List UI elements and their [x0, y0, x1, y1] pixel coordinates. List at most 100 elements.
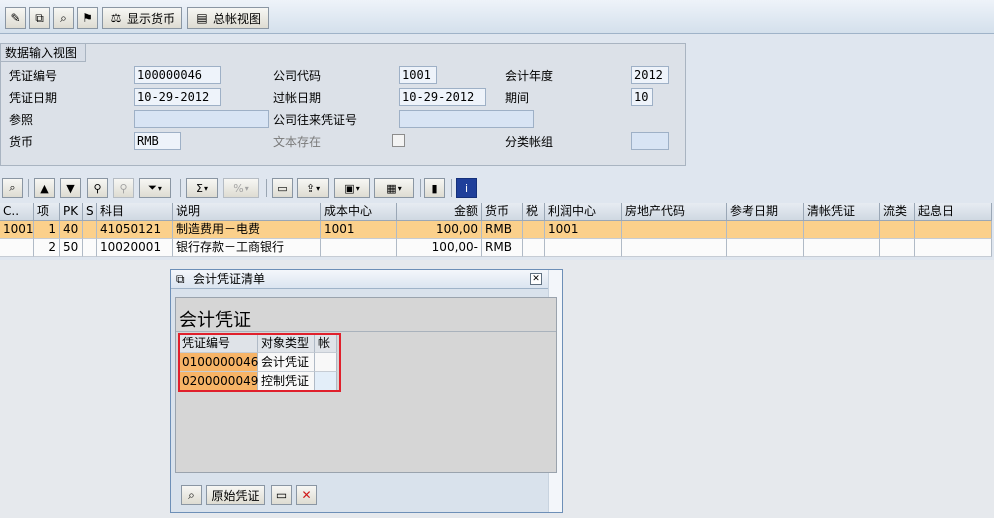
cell-flow-type	[880, 239, 915, 257]
cell-description: 银行存款－工商银行	[173, 239, 321, 257]
fiscal-year-field[interactable]: 2012	[631, 66, 669, 84]
details-icon[interactable]: ⌕	[2, 178, 23, 198]
cancel-icon[interactable]: ✕	[296, 485, 317, 505]
filter-icon[interactable]: ⏷ ▾	[139, 178, 171, 198]
cell-value-date	[915, 239, 992, 257]
dialog-footer: ⌕ 原始凭证 ▭ ✕	[175, 483, 547, 507]
cell-tax	[523, 239, 545, 257]
col-header-item[interactable]: 项	[34, 203, 60, 221]
col-header-ref-date[interactable]: 参考日期	[727, 203, 804, 221]
cell-account: 41050121	[97, 221, 173, 239]
display-document-icon[interactable]: ⌕	[53, 7, 74, 29]
print-icon[interactable]: ▭	[271, 485, 292, 505]
currency-label: 货币	[9, 135, 34, 149]
cell-amount: 100,00	[397, 221, 482, 239]
dialog-heading: 会计凭证	[179, 310, 251, 331]
text-exists-label: 文本存在	[273, 135, 322, 149]
col-header-account[interactable]: 科目	[97, 203, 173, 221]
col-header-value-date[interactable]: 起息日	[915, 203, 992, 221]
fiscal-year-label: 会计年度	[505, 69, 554, 83]
subtotal-icon[interactable]: % ▾	[223, 178, 259, 198]
information-icon[interactable]: i	[456, 178, 477, 198]
cell-description: 制造费用－电费	[173, 221, 321, 239]
col-header-description[interactable]: 说明	[173, 203, 321, 221]
divider	[176, 331, 556, 332]
dialog-body: 会计凭证 凭证编号 对象类型 帐 0100000046 会计凭证 0200000…	[175, 297, 557, 473]
find-next-icon[interactable]: ⚲	[113, 178, 134, 198]
doc-date-label: 凭证日期	[9, 91, 58, 105]
cell-real-estate	[622, 221, 727, 239]
print-preview-icon[interactable]: ▭	[272, 178, 293, 198]
col-header-clearing-doc[interactable]: 清帐凭证	[804, 203, 880, 221]
cell-item: 1	[34, 221, 60, 239]
dialog-title: 会计凭证清单	[193, 272, 266, 286]
col-header-currency[interactable]: 货币	[482, 203, 523, 221]
col-header-profit-center[interactable]: 利润中心	[545, 203, 622, 221]
sort-ascending-icon[interactable]: ▲	[34, 178, 55, 198]
original-document-button[interactable]: 原始凭证	[206, 485, 265, 505]
accounting-document-list-dialog: ⧉ 会计凭证清单 ✕ 会计凭证 凭证编号 对象类型 帐 0100000046 会…	[170, 269, 563, 513]
cell-value-date	[915, 221, 992, 239]
col-header-cost-center[interactable]: 成本中心	[321, 203, 397, 221]
col-header-flow-type[interactable]: 流类	[880, 203, 915, 221]
panel-tab[interactable]: 数据输入视图	[1, 44, 87, 62]
find-icon[interactable]: ⚲	[87, 178, 108, 198]
posting-date-field[interactable]: 10-29-2012	[399, 88, 486, 106]
graphic-icon[interactable]: ▮	[424, 178, 445, 198]
dialog-title-bar[interactable]: ⧉ 会计凭证清单 ✕	[171, 270, 562, 289]
cell-s	[83, 221, 97, 239]
posting-date-label: 过帐日期	[273, 91, 322, 105]
cell-currency: RMB	[482, 221, 523, 239]
general-ledger-view-label: 总帐视图	[212, 11, 261, 26]
close-icon[interactable]: ✕	[530, 273, 542, 285]
cell-cost-center	[321, 239, 397, 257]
export-icon[interactable]: ⇪ ▾	[297, 178, 329, 198]
cell-item: 2	[34, 239, 60, 257]
sum-icon[interactable]: Σ ▾	[186, 178, 218, 198]
data-entry-view-panel: 数据输入视图 凭证编号 100000046 公司代码 1001 会计年度 201…	[0, 43, 686, 166]
col-header-pk[interactable]: PK	[60, 203, 83, 221]
alv-toolbar: ⌕ ▲ ▼ ⚲ ⚲ ⏷ ▾ Σ ▾ % ▾ ▭ ⇪ ▾ ▣ ▾ ▦ ▾ ▮ i	[0, 176, 994, 200]
col-header-tax[interactable]: 税	[523, 203, 545, 221]
period-field[interactable]: 10	[631, 88, 653, 106]
grid-header-row: C.. 项 PK S 科目 说明 成本中心 金额 货币 税 利润中心 房地产代码…	[0, 203, 994, 221]
other-document-icon[interactable]: ⧉	[29, 7, 50, 29]
cell-s	[83, 239, 97, 257]
ledger-group-field[interactable]	[631, 132, 669, 150]
layout-icon[interactable]: ▦ ▾	[374, 178, 414, 198]
reference-label: 参照	[9, 113, 34, 127]
display-currency-label: 显示货币	[126, 11, 175, 26]
reference-field[interactable]	[134, 110, 269, 128]
cell-pk: 50	[60, 239, 83, 257]
general-ledger-view-button[interactable]: ▤ 总帐视图	[187, 7, 269, 29]
col-header-real-estate[interactable]: 房地产代码	[622, 203, 727, 221]
currency-field[interactable]: RMB	[134, 132, 181, 150]
doc-number-label: 凭证编号	[9, 69, 58, 83]
col-header-s[interactable]: S	[83, 203, 97, 221]
cell-cost-center: 1001	[321, 221, 397, 239]
cell-currency: RMB	[482, 239, 523, 257]
display-currency-button[interactable]: ⚖ 显示货币	[102, 7, 182, 29]
period-label: 期间	[505, 91, 530, 105]
cross-company-field[interactable]	[399, 110, 534, 128]
company-code-label: 公司代码	[273, 69, 322, 83]
table-row[interactable]: 1001 1 40 41050121 制造费用－电费 1001 100,00 R…	[0, 221, 994, 239]
views-icon[interactable]: ▣ ▾	[334, 178, 370, 198]
col-header-amount[interactable]: 金额	[397, 203, 482, 221]
text-exists-checkbox[interactable]	[392, 134, 405, 147]
cell-clearing-doc	[804, 239, 880, 257]
edit-icon[interactable]: ✎	[5, 7, 26, 29]
cell-clearing-doc	[804, 221, 880, 239]
doc-date-field[interactable]: 10-29-2012	[134, 88, 221, 106]
table-row[interactable]: 2 50 10020001 银行存款－工商银行 100,00- RMB	[0, 239, 994, 257]
hold-icon[interactable]: ⚑	[77, 7, 98, 29]
col-header-c[interactable]: C..	[0, 203, 34, 221]
choose-icon[interactable]: ⌕	[181, 485, 202, 505]
sort-descending-icon[interactable]: ▼	[60, 178, 81, 198]
general-ledger-view-icon: ▤	[196, 11, 208, 25]
cell-amount: 100,00-	[397, 239, 482, 257]
doc-number-field[interactable]: 100000046	[134, 66, 221, 84]
display-currency-icon: ⚖	[110, 11, 122, 25]
application-toolbar: ✎ ⧉ ⌕ ⚑ ⚖ 显示货币 ▤ 总帐视图	[0, 0, 994, 34]
company-code-field[interactable]: 1001	[399, 66, 437, 84]
